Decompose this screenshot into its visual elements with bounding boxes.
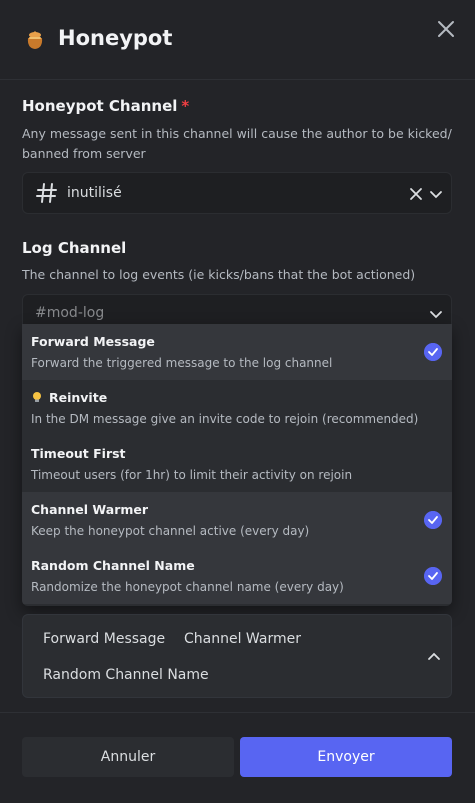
option-description: In the DM message give an invite code to… xyxy=(31,412,419,426)
honeypot-channel-description: Any message sent in this channel will ca… xyxy=(22,126,452,161)
options-dropdown: Forward Message Forward the triggered me… xyxy=(22,324,452,606)
honeypot-channel-label-text: Honeypot Channel xyxy=(22,97,178,115)
option-description: Keep the honeypot channel active (every … xyxy=(31,524,310,538)
close-icon[interactable] xyxy=(435,18,457,40)
option-description: Forward the triggered message to the log… xyxy=(31,356,333,370)
selected-chip[interactable]: Random Channel Name xyxy=(43,667,209,683)
selected-options-select[interactable]: Forward Message Channel Warmer Random Ch… xyxy=(22,614,452,698)
honeypot-channel-label: Honeypot Channel * xyxy=(22,97,189,115)
option-title: Timeout First xyxy=(31,446,126,461)
option-channel-warmer[interactable]: Channel Warmer Keep the honeypot channel… xyxy=(22,492,452,548)
lightbulb-icon xyxy=(33,392,41,402)
option-description: Randomize the honeypot channel name (eve… xyxy=(31,580,344,594)
check-icon xyxy=(424,343,442,361)
option-timeout-first[interactable]: Timeout First Timeout users (for 1hr) to… xyxy=(22,436,452,492)
chevron-up-icon[interactable] xyxy=(427,650,441,664)
hash-icon xyxy=(36,183,57,203)
selected-chip[interactable]: Channel Warmer xyxy=(184,631,301,647)
honeypot-channel-value: inutilisé xyxy=(67,185,122,201)
check-icon xyxy=(424,567,442,585)
modal-header: Honeypot xyxy=(0,0,475,80)
option-title: Channel Warmer xyxy=(31,502,149,517)
cancel-button[interactable]: Annuler xyxy=(22,737,234,777)
log-channel-description: The channel to log events (ie kicks/bans… xyxy=(22,267,416,282)
option-random-channel-name[interactable]: Random Channel Name Randomize the honeyp… xyxy=(22,548,452,604)
log-channel-label: Log Channel xyxy=(22,239,127,257)
option-title: Reinvite xyxy=(31,390,107,405)
honeypot-modal: Honeypot Honeypot Channel * Any message s… xyxy=(0,0,475,803)
log-channel-value: #mod-log xyxy=(35,305,105,321)
option-title-text: Reinvite xyxy=(49,390,108,405)
option-forward-message[interactable]: Forward Message Forward the triggered me… xyxy=(22,324,452,380)
selected-chip[interactable]: Forward Message xyxy=(43,631,165,647)
chevron-down-icon[interactable] xyxy=(429,307,443,321)
option-title: Random Channel Name xyxy=(31,558,195,573)
required-marker: * xyxy=(181,97,190,115)
chevron-down-icon[interactable] xyxy=(429,187,443,201)
option-description: Timeout users (for 1hr) to limit their a… xyxy=(31,468,353,482)
option-reinvite[interactable]: Reinvite In the DM message give an invit… xyxy=(22,380,452,436)
honeypot-channel-select[interactable]: inutilisé xyxy=(22,172,452,214)
clear-icon[interactable] xyxy=(409,187,423,201)
check-icon xyxy=(424,511,442,529)
submit-button[interactable]: Envoyer xyxy=(240,737,452,777)
modal-title: Honeypot xyxy=(58,26,173,50)
honeypot-icon xyxy=(27,31,43,49)
option-title: Forward Message xyxy=(31,334,155,349)
modal-footer: Annuler Envoyer xyxy=(0,712,475,803)
